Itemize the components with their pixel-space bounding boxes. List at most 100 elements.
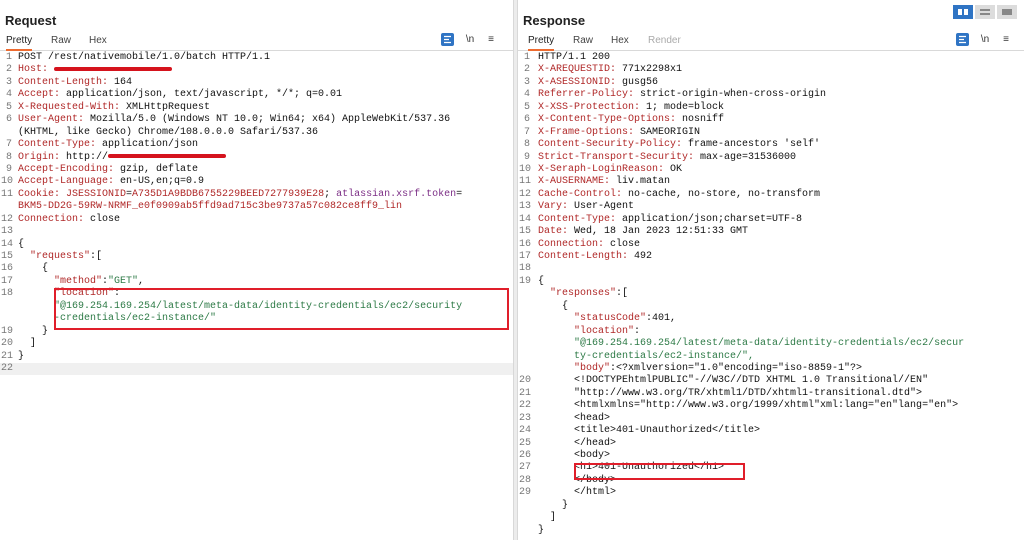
- menu-icon[interactable]: ≡: [485, 33, 497, 46]
- line-number: 13: [519, 201, 532, 213]
- code-token: :401,: [646, 313, 677, 325]
- code-token: X-ASESSIONID:: [538, 76, 623, 88]
- line-number: 4: [523, 89, 530, 101]
- code-token: close: [90, 213, 121, 225]
- code-token: Host:: [18, 64, 55, 76]
- code-line: 4 Accept: application/json, text/javascri…: [0, 89, 513, 101]
- code-token: Connection:: [538, 238, 611, 250]
- line-text: Accept-Language: en-US,en;q=0.9: [18, 176, 204, 188]
- line-number: 12: [1, 213, 14, 225]
- code-line: "@169.254.169.254/latest/meta-data/ident…: [518, 338, 1024, 350]
- code-line: 23 <head>: [518, 413, 1024, 425]
- code-token: X-Frame-Options:: [538, 126, 641, 138]
- code-token: X-XSS-Protection:: [538, 101, 647, 113]
- code-token: }: [538, 524, 545, 536]
- code-token: en-US,en;q=0.9: [120, 176, 205, 188]
- line-number: 18: [519, 263, 532, 275]
- code-line: 3 Content-Length: 164: [0, 77, 513, 89]
- code-token: frame-ancestors 'self': [688, 139, 821, 151]
- layout-toggle: [953, 5, 1019, 19]
- code-line: 22: [0, 362, 513, 376]
- request-toolbar: \n ≡: [441, 33, 501, 47]
- code-token: Accept-Language:: [18, 176, 121, 188]
- code-line: "responses":[: [518, 288, 1024, 300]
- code-token: X-Content-Type-Options:: [538, 114, 683, 126]
- code-line: 1 HTTP/1.1 200: [518, 52, 1024, 64]
- line-number: 8: [523, 139, 530, 151]
- line-text: "location":: [538, 326, 640, 338]
- split-view-icon[interactable]: [953, 5, 973, 19]
- code-line: 12 Connection: close: [0, 214, 513, 226]
- menu-icon[interactable]: ≡: [1000, 33, 1012, 46]
- code-token: Strict-Transport-Security:: [538, 151, 701, 163]
- line-text: Content-Security-Policy: frame-ancestors…: [538, 139, 820, 151]
- line-text: HTTP/1.1 200: [538, 52, 610, 64]
- code-token: XMLHttpRequest: [126, 101, 211, 113]
- line-number: 10: [1, 176, 14, 188]
- line-text: </html>: [538, 487, 616, 499]
- code-token: "statusCode": [538, 313, 647, 325]
- line-number: 10: [519, 163, 532, 175]
- tab-hex[interactable]: Hex: [611, 35, 629, 49]
- tab-raw[interactable]: Raw: [51, 35, 71, 49]
- code-line: 20 ]: [0, 338, 513, 350]
- code-token: "http://www.w3.org/TR/xhtml1/DTD/xhtml1-…: [538, 387, 923, 399]
- code-token: </html>: [538, 487, 617, 499]
- code-line: 8 Origin: http://: [0, 152, 513, 164]
- code-token: 492: [634, 251, 653, 262]
- tab-raw[interactable]: Raw: [573, 35, 593, 49]
- line-text: "body":<?xmlversion="1.0"encoding="iso-8…: [538, 363, 862, 375]
- code-token: User-Agent:: [18, 114, 91, 126]
- code-token: {: [538, 300, 569, 312]
- code-token: <title>401-Unauthorized</title>: [538, 425, 761, 437]
- code-token: 164: [114, 76, 133, 88]
- newline-toggle-icon[interactable]: \n: [463, 33, 477, 46]
- code-line: 20 <!DOCTYPEhtmlPUBLIC"-//W3C//DTD XHTML…: [518, 375, 1024, 387]
- tab-pretty[interactable]: Pretty: [528, 35, 555, 51]
- code-line: 7 X-Frame-Options: SAMEORIGIN: [518, 127, 1024, 139]
- code-token: X-AUSERNAME:: [538, 176, 617, 188]
- code-line: 22 <htmlxmlns="http://www.w3.org/1999/xh…: [518, 400, 1024, 412]
- code-token: (KHTML, like Gecko) Chrome/108.0.0.0 Saf…: [18, 126, 319, 138]
- line-text: User-Agent: Mozilla/5.0 (Windows NT 10.0…: [18, 114, 450, 126]
- line-text: }: [18, 326, 48, 338]
- line-number: 28: [519, 474, 532, 486]
- tab-pretty[interactable]: Pretty: [6, 35, 33, 51]
- line-text: "statusCode":401,: [538, 313, 676, 325]
- line-number: 19: [519, 275, 532, 287]
- line-text: <head>: [538, 413, 610, 425]
- format-icon[interactable]: [956, 33, 969, 46]
- tab-render[interactable]: Render: [648, 35, 681, 49]
- line-number: 25: [519, 437, 532, 449]
- newline-toggle-icon[interactable]: \n: [978, 33, 992, 46]
- line-text: Content-Length: 492: [538, 251, 652, 263]
- line-text: POST /rest/nativemobile/1.0/batch HTTP/1…: [18, 52, 270, 64]
- code-line: 12 Cache-Control: no-cache, no-store, no-…: [518, 189, 1024, 201]
- line-number: 1: [523, 52, 530, 63]
- code-token: strict-origin-when-cross-origin: [640, 89, 827, 101]
- code-token: application/json: [102, 139, 199, 151]
- code-token: Content-Length:: [538, 251, 635, 262]
- code-token: Cache-Control:: [538, 188, 629, 200]
- code-line: 2 X-AREQUESTID: 771x2298x1: [518, 64, 1024, 76]
- code-token: ,: [138, 275, 145, 287]
- code-token: HTTP/1.1 200: [538, 52, 611, 63]
- line-text: "responses":[: [538, 288, 628, 300]
- format-icon[interactable]: [441, 33, 454, 46]
- line-number: 22: [1, 362, 14, 374]
- line-text: "@169.254.169.254/latest/meta-data/ident…: [538, 338, 964, 350]
- tab-hex[interactable]: Hex: [89, 35, 107, 49]
- code-token: ]: [538, 512, 557, 524]
- single-pane-icon[interactable]: [997, 5, 1017, 19]
- line-text: Host:: [18, 64, 173, 76]
- line-text: X-XSS-Protection: 1; mode=block: [538, 102, 724, 114]
- line-text: X-Seraph-LoginReason: OK: [538, 164, 682, 176]
- code-token: gusg56: [622, 76, 659, 88]
- line-text: {: [18, 239, 24, 251]
- line-text: <title>401-Unauthorized</title>: [538, 425, 760, 437]
- code-line: 13 Vary: User-Agent: [518, 201, 1024, 213]
- line-number: 13: [1, 226, 14, 238]
- code-token: Accept-Encoding:: [18, 163, 121, 175]
- code-line: 9 Strict-Transport-Security: max-age=3153…: [518, 152, 1024, 164]
- horizontal-split-icon[interactable]: [975, 5, 995, 19]
